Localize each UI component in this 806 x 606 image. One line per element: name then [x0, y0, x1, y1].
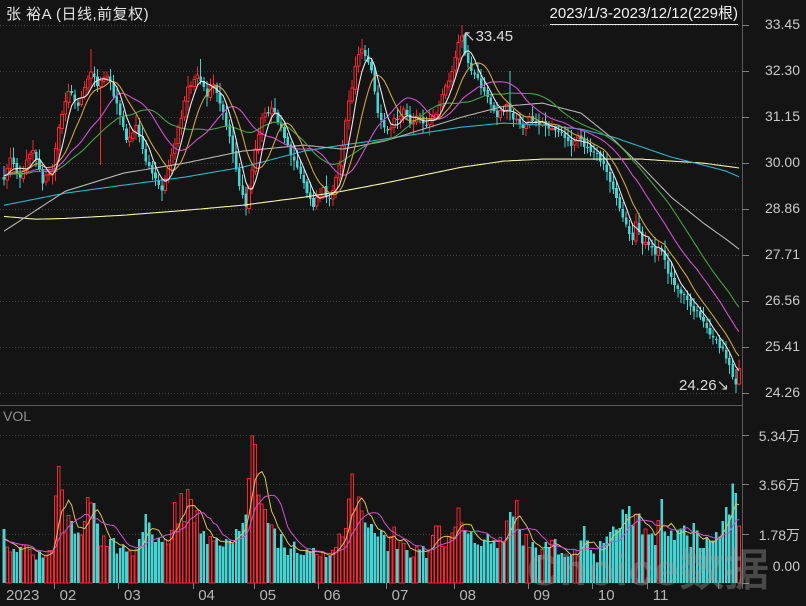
- month-label: 04: [198, 587, 215, 604]
- price-axis-label: 26.56: [764, 291, 800, 308]
- price-axis-label: 24.26: [764, 384, 800, 400]
- month-label: 11: [652, 587, 669, 604]
- month-label: 03: [124, 587, 141, 604]
- ma20-line: [3, 81, 740, 332]
- ma30-line: [3, 92, 740, 308]
- volume-axis-label: 1.78万: [758, 526, 800, 543]
- chart-title: 张 裕A (日线,前复权): [6, 6, 150, 23]
- low-price-value: 24.26: [679, 377, 717, 394]
- candlesticks: [2, 25, 741, 393]
- volume-axis-label: 5.34万: [758, 428, 800, 445]
- ma5-line: [3, 49, 740, 371]
- price-axis-label: 30.00: [764, 154, 800, 171]
- month-label: 07: [391, 587, 409, 604]
- ma250-line: [3, 158, 740, 220]
- price-axis-label: 31.15: [764, 108, 800, 125]
- chart-canvas[interactable]: [0, 0, 806, 606]
- month-label: 05: [259, 587, 277, 604]
- volume-pane-label: VOL: [3, 408, 32, 424]
- price-axis-label: 27.71: [764, 245, 800, 262]
- arrow-up-left-icon: ↖: [463, 28, 476, 45]
- month-label: 08: [459, 587, 476, 604]
- date-range-link[interactable]: 2023/1/3-2023/12/12(229根): [549, 2, 738, 25]
- price-axis-label: 25.41: [764, 337, 800, 354]
- month-label: 06: [323, 587, 341, 604]
- volume-axis-label: 0.00: [772, 558, 800, 574]
- arrow-down-right-icon: ↘: [716, 377, 730, 394]
- price-axis-label: 28.86: [764, 199, 800, 216]
- month-label: 09: [533, 587, 551, 604]
- high-price-value: 33.45: [475, 28, 514, 45]
- stock-chart-app: 张 裕A (日线,前复权) 2023/1/3-2023/12/12(229根) …: [0, 0, 806, 606]
- price-axis-label: 32.30: [764, 62, 800, 79]
- volume-axis-label: 3.56万: [758, 477, 800, 494]
- volume-bars: [2, 435, 741, 584]
- month-label: 10: [597, 587, 615, 604]
- month-label: 02: [59, 587, 77, 604]
- price-axis-label: 33.45: [764, 16, 800, 32]
- month-label: 2023: [6, 587, 40, 604]
- high-price-annotation: ↖33.45: [463, 27, 513, 45]
- low-price-annotation: 24.26↘: [679, 376, 729, 394]
